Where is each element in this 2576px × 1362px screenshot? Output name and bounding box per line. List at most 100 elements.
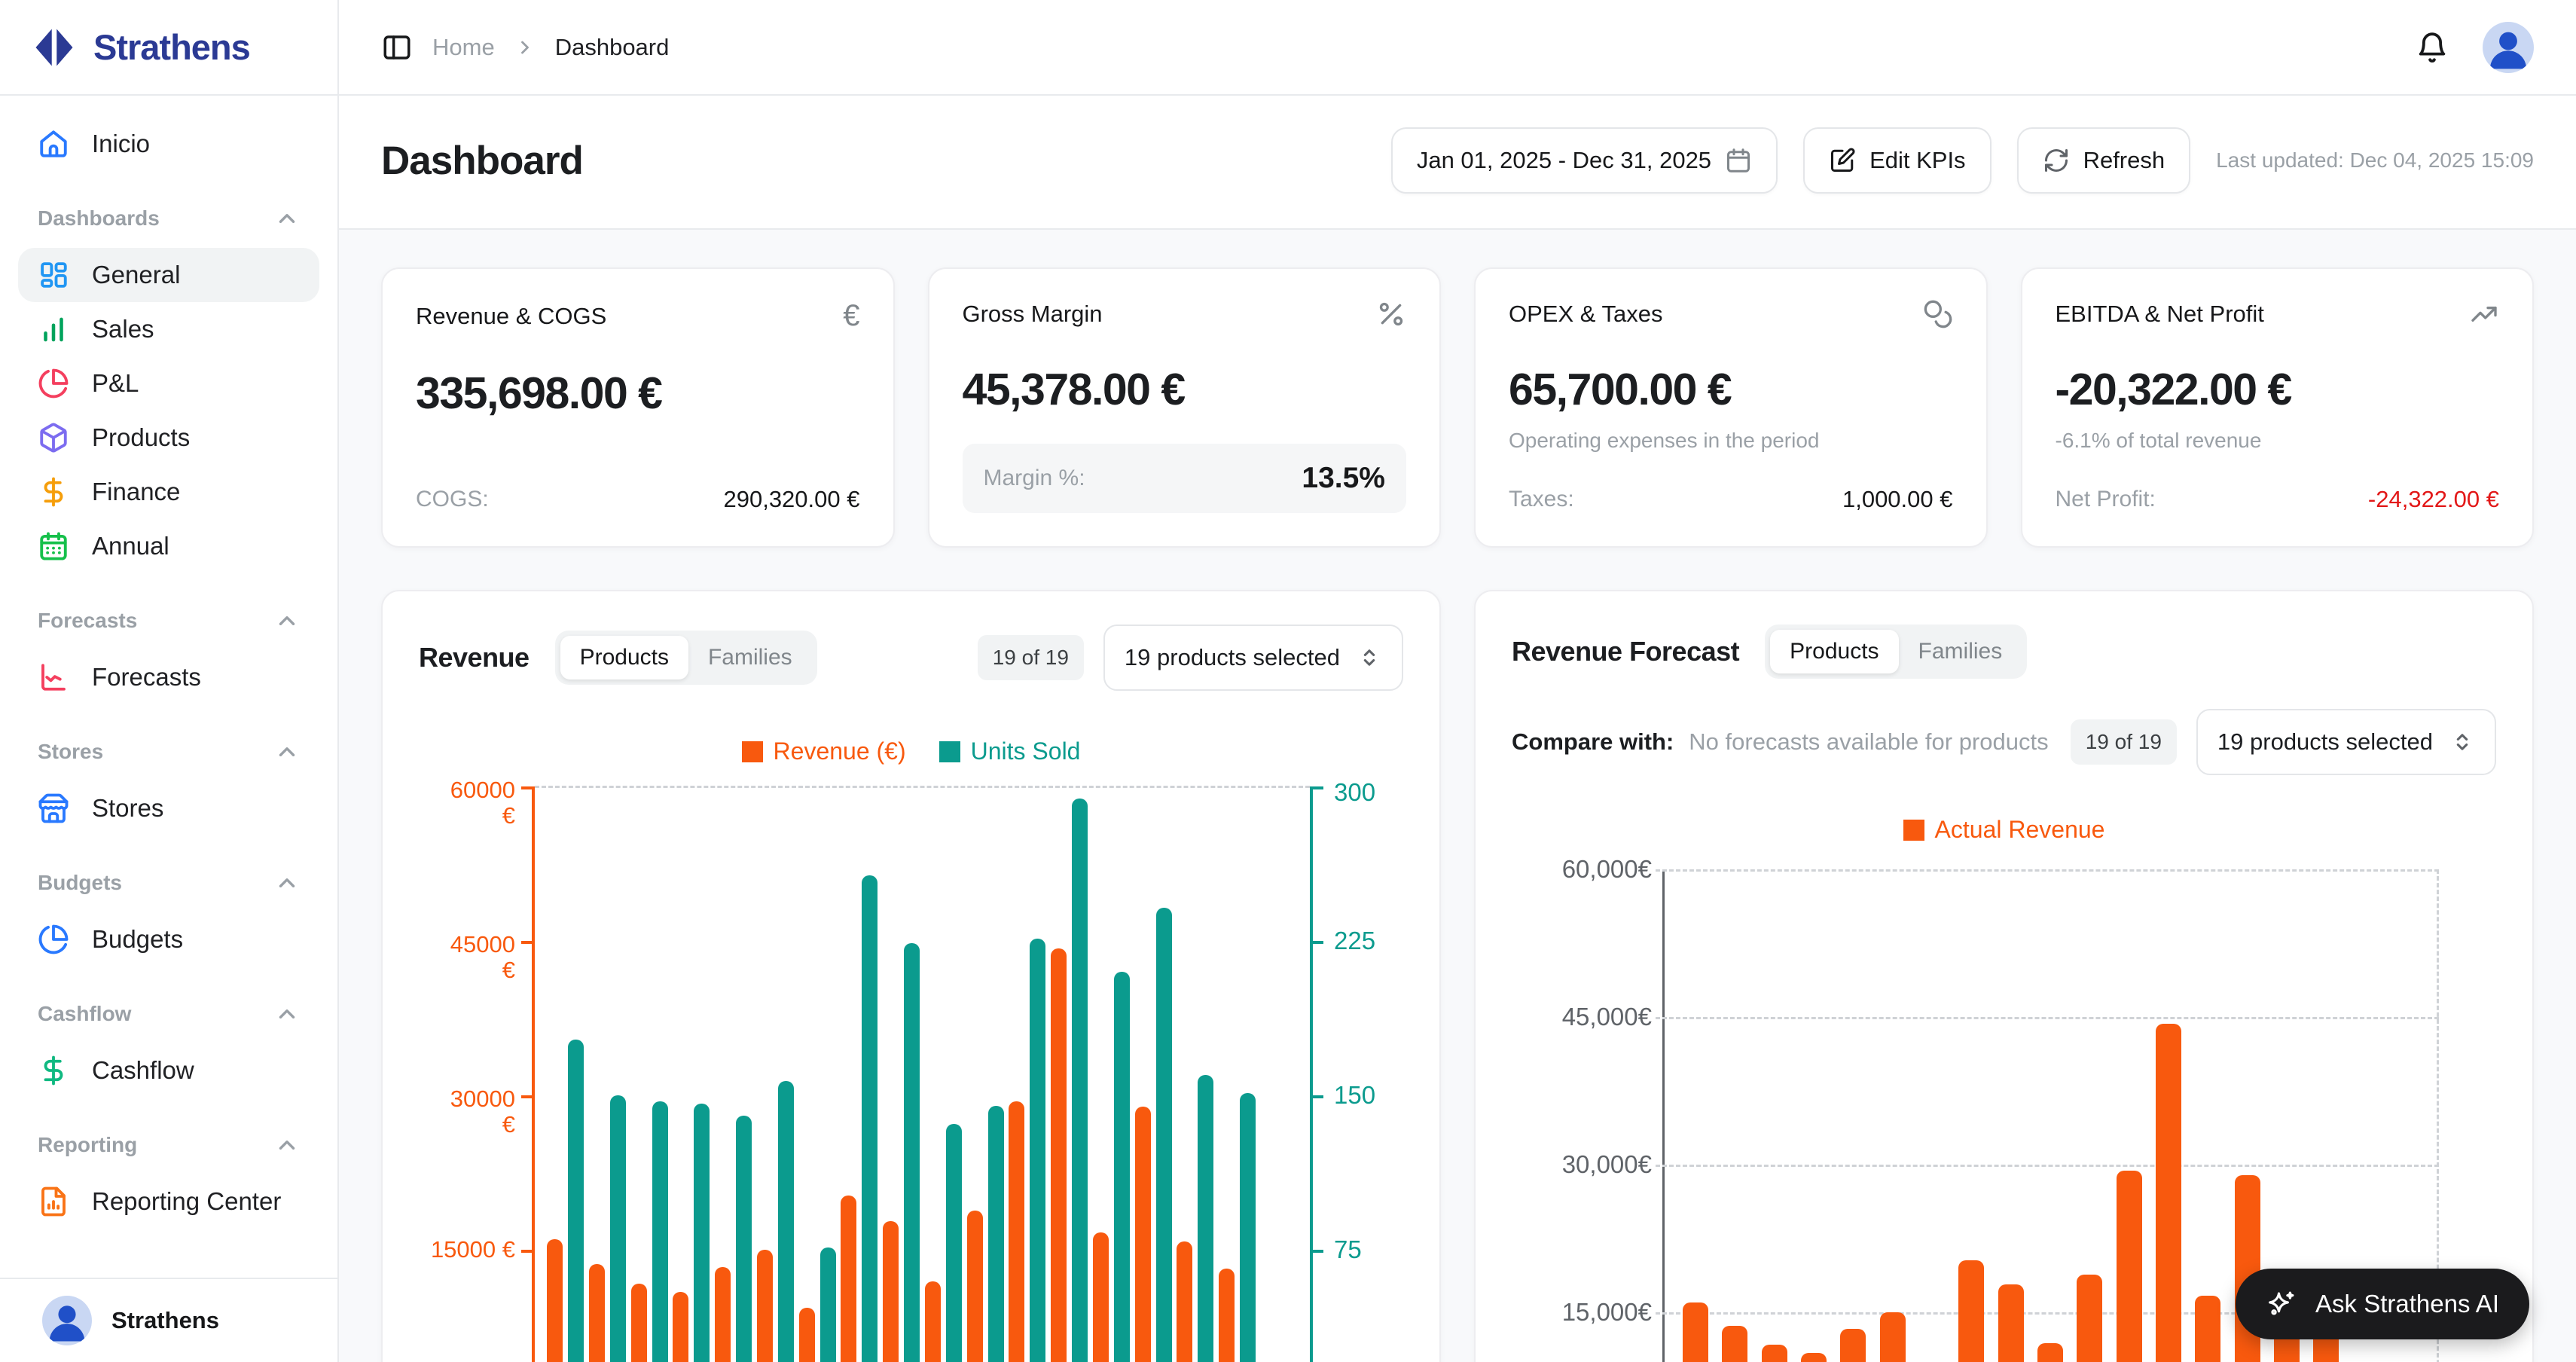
revenue-bar[interactable]	[1009, 1101, 1024, 1362]
forecast-products-select[interactable]: 19 products selected	[2196, 709, 2496, 775]
units-bar[interactable]	[568, 1040, 584, 1362]
sidebar-item-inicio[interactable]: Inicio	[18, 117, 319, 171]
actual-revenue-bar[interactable]	[1801, 1353, 1827, 1362]
actual-revenue-bar[interactable]	[1683, 1302, 1708, 1362]
units-bar[interactable]	[610, 1095, 626, 1362]
sidebar-item-cashflow[interactable]: Cashflow	[18, 1043, 319, 1098]
tab-products[interactable]: Products	[1770, 630, 1898, 673]
units-bar[interactable]	[1072, 799, 1088, 1362]
breadcrumb-home[interactable]: Home	[432, 34, 495, 61]
sidebar-item-sales[interactable]: Sales	[18, 302, 319, 356]
sidebar-item-stores[interactable]: Stores	[18, 781, 319, 835]
sidebar-section-budgets[interactable]: Budgets	[38, 870, 300, 896]
kpi-row-value: -24,322.00 €	[2368, 486, 2499, 513]
sidebar-item-finance[interactable]: Finance	[18, 465, 319, 519]
profile-avatar[interactable]	[2483, 22, 2534, 73]
revenue-bar[interactable]	[1051, 948, 1067, 1362]
actual-revenue-bar[interactable]	[1722, 1326, 1747, 1362]
revenue-bar[interactable]	[757, 1250, 773, 1362]
actual-revenue-bar[interactable]	[1958, 1260, 1984, 1362]
units-bar[interactable]	[1114, 972, 1130, 1362]
kpi-value: -20,322.00 €	[2056, 364, 2500, 415]
left-axis-label: 15000 €	[431, 1237, 515, 1263]
sidebar-section-cashflow[interactable]: Cashflow	[38, 1001, 300, 1027]
revenue-bar[interactable]	[1219, 1269, 1235, 1362]
revenue-bar[interactable]	[673, 1292, 688, 1362]
brand-logo-icon	[33, 26, 75, 69]
left-axis-tick	[521, 786, 535, 789]
actual-revenue-bar[interactable]	[2037, 1343, 2063, 1362]
units-bar[interactable]	[1030, 939, 1045, 1362]
revenue-view-toggle: Products Families	[555, 631, 817, 685]
revenue-bar[interactable]	[715, 1267, 731, 1362]
sidebar-item-annual[interactable]: Annual	[18, 519, 319, 573]
revenue-bar[interactable]	[925, 1281, 941, 1362]
sidebar-item-label: Forecasts	[92, 663, 201, 692]
refresh-label: Refresh	[2083, 147, 2165, 174]
revenue-bar[interactable]	[967, 1211, 983, 1362]
tab-families[interactable]: Families	[688, 636, 812, 679]
sidebar-item-pnl[interactable]: P&L	[18, 356, 319, 411]
units-bar[interactable]	[820, 1247, 836, 1362]
actual-revenue-bar[interactable]	[1762, 1345, 1787, 1362]
revenue-bar[interactable]	[841, 1196, 856, 1362]
date-range-picker[interactable]: Jan 01, 2025 - Dec 31, 2025	[1391, 127, 1778, 194]
revenue-bar[interactable]	[547, 1239, 563, 1362]
sidebar-section-forecasts[interactable]: Forecasts	[38, 608, 300, 634]
revenue-bar[interactable]	[1093, 1232, 1109, 1362]
refresh-button[interactable]: Refresh	[2017, 127, 2191, 194]
units-bar[interactable]	[1240, 1093, 1256, 1362]
revenue-bar[interactable]	[1177, 1241, 1192, 1362]
units-bar[interactable]	[652, 1101, 668, 1362]
bar-group	[547, 1040, 584, 1362]
kpi-title: Gross Margin	[963, 301, 1103, 328]
sidebar-section-reporting[interactable]: Reporting	[38, 1132, 300, 1158]
revenue-bar[interactable]	[589, 1264, 605, 1362]
units-bar[interactable]	[946, 1124, 962, 1362]
products-select[interactable]: 19 products selected	[1103, 625, 1403, 691]
actual-revenue-bar[interactable]	[1840, 1329, 1866, 1362]
units-bar[interactable]	[1198, 1075, 1213, 1362]
sidebar-item-products[interactable]: Products	[18, 411, 319, 465]
tab-families[interactable]: Families	[1899, 630, 2022, 673]
home-icon	[38, 128, 69, 160]
units-bar[interactable]	[862, 875, 877, 1362]
line-chart-icon	[38, 661, 69, 693]
bell-icon[interactable]	[2415, 30, 2449, 65]
units-bar[interactable]	[694, 1104, 710, 1362]
revenue-bar[interactable]	[799, 1308, 815, 1362]
tab-products[interactable]: Products	[560, 636, 688, 679]
ask-ai-button[interactable]: Ask Strathens AI	[2236, 1269, 2529, 1339]
panel-left-icon[interactable]	[381, 32, 413, 63]
actual-revenue-bar[interactable]	[2156, 1024, 2181, 1362]
chevron-up-icon	[274, 608, 300, 634]
revenue-bar[interactable]	[631, 1284, 647, 1362]
sidebar-item-reporting-center[interactable]: Reporting Center	[18, 1174, 319, 1229]
kpi-card-gross-margin: Gross Margin 45,378.00 € Margin %: 13.5%	[928, 267, 1442, 548]
sidebar-item-general[interactable]: General	[18, 248, 319, 302]
sidebar-user[interactable]: Strathens	[0, 1278, 337, 1362]
brand-logo[interactable]: Strathens	[0, 0, 337, 96]
y-axis-label: 45,000€	[1562, 1003, 1652, 1031]
revenue-bar[interactable]	[1135, 1107, 1151, 1362]
actual-revenue-bar[interactable]	[2077, 1275, 2102, 1362]
units-bar[interactable]	[1156, 908, 1172, 1362]
legend-swatch-revenue	[742, 741, 763, 762]
revenue-chart-card: Revenue Products Families 19 of 19 19 pr…	[381, 590, 1441, 1362]
units-bar[interactable]	[988, 1106, 1004, 1362]
sidebar-section-stores[interactable]: Stores	[38, 739, 300, 765]
right-axis-label: 225	[1334, 927, 1375, 955]
units-bar[interactable]	[904, 943, 920, 1362]
sidebar-section-dashboards[interactable]: Dashboards	[38, 206, 300, 231]
sidebar-item-budgets[interactable]: Budgets	[18, 912, 319, 967]
units-bar[interactable]	[778, 1081, 794, 1362]
actual-revenue-bar[interactable]	[1998, 1284, 2024, 1362]
bar-group	[1177, 1075, 1213, 1362]
actual-revenue-bar[interactable]	[1880, 1312, 1906, 1362]
actual-revenue-bar[interactable]	[2195, 1296, 2220, 1362]
edit-kpis-button[interactable]: Edit KPIs	[1803, 127, 1992, 194]
units-bar[interactable]	[736, 1116, 752, 1362]
revenue-bar[interactable]	[883, 1221, 899, 1362]
actual-revenue-bar[interactable]	[2117, 1171, 2142, 1362]
sidebar-item-forecasts[interactable]: Forecasts	[18, 650, 319, 704]
